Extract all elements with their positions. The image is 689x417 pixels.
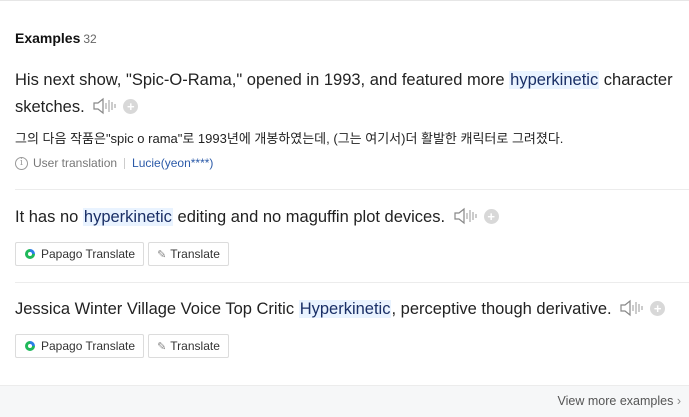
papago-logo-icon bbox=[24, 248, 36, 260]
papago-translate-button[interactable]: Papago Translate bbox=[15, 334, 145, 358]
chevron-right-icon: › bbox=[676, 394, 681, 408]
example-sentence: His next show, "Spic-O-Rama," opened in … bbox=[15, 67, 689, 124]
plus-icon[interactable]: + bbox=[123, 99, 139, 114]
speaker-icon[interactable] bbox=[620, 299, 644, 326]
papago-translate-label: Papago Translate bbox=[41, 339, 136, 353]
speaker-icon[interactable] bbox=[93, 97, 117, 124]
example-item: His next show, "Spic-O-Rama," opened in … bbox=[15, 67, 689, 170]
papago-translate-label: Papago Translate bbox=[41, 247, 136, 261]
view-more-label: View more examples bbox=[557, 394, 674, 408]
examples-title: Examples bbox=[15, 30, 81, 46]
source-label: User translation bbox=[33, 156, 118, 170]
pencil-icon: ✎ bbox=[157, 248, 167, 261]
divider bbox=[15, 282, 689, 283]
papago-logo-icon bbox=[24, 340, 36, 352]
plus-icon[interactable]: + bbox=[650, 301, 666, 316]
example-item: It has no hyperkinetic editing and no ma… bbox=[15, 204, 689, 266]
sentence-text: His next show, "Spic-O-Rama," opened in … bbox=[15, 71, 510, 89]
highlighted-word: hyperkinetic bbox=[509, 71, 600, 89]
translate-buttons: Papago Translate ✎ Translate bbox=[15, 242, 689, 266]
examples-header: Examples 32 bbox=[15, 30, 97, 46]
translate-label: Translate bbox=[170, 247, 220, 261]
speaker-icon[interactable] bbox=[454, 207, 478, 234]
translate-button[interactable]: ✎ Translate bbox=[148, 334, 229, 358]
translate-button[interactable]: ✎ Translate bbox=[148, 242, 229, 266]
example-translation: 그의 다음 작품은"spic o rama"로 1993년에 개봉하였는데, (… bbox=[15, 131, 564, 146]
view-more-examples-link[interactable]: View more examples › bbox=[558, 394, 681, 408]
example-sentence: It has no hyperkinetic editing and no ma… bbox=[15, 204, 689, 234]
translation-source: i User translation Lucie(yeon****) bbox=[15, 156, 689, 170]
sentence-text: , perceptive though derivative. bbox=[391, 300, 612, 318]
papago-translate-button[interactable]: Papago Translate bbox=[15, 242, 145, 266]
info-icon[interactable]: i bbox=[15, 156, 28, 170]
divider bbox=[15, 189, 689, 190]
user-link[interactable]: Lucie(yeon****) bbox=[132, 156, 213, 170]
footer-bar: View more examples › bbox=[0, 385, 689, 417]
highlighted-word: hyperkinetic bbox=[82, 208, 173, 226]
highlighted-word: Hyperkinetic bbox=[298, 300, 392, 318]
example-item: Jessica Winter Village Voice Top Critic … bbox=[15, 296, 689, 358]
sentence-text: Jessica Winter Village Voice Top Critic bbox=[15, 300, 299, 318]
translate-buttons: Papago Translate ✎ Translate bbox=[15, 334, 689, 358]
separator bbox=[124, 157, 126, 169]
sentence-text: editing and no maguffin plot devices. bbox=[172, 208, 446, 226]
pencil-icon: ✎ bbox=[157, 340, 167, 353]
plus-icon[interactable]: + bbox=[483, 209, 499, 224]
sentence-text: It has no bbox=[15, 208, 83, 226]
top-border bbox=[0, 0, 689, 1]
example-sentence: Jessica Winter Village Voice Top Critic … bbox=[15, 296, 689, 326]
translate-label: Translate bbox=[170, 339, 220, 353]
examples-count: 32 bbox=[83, 32, 97, 46]
